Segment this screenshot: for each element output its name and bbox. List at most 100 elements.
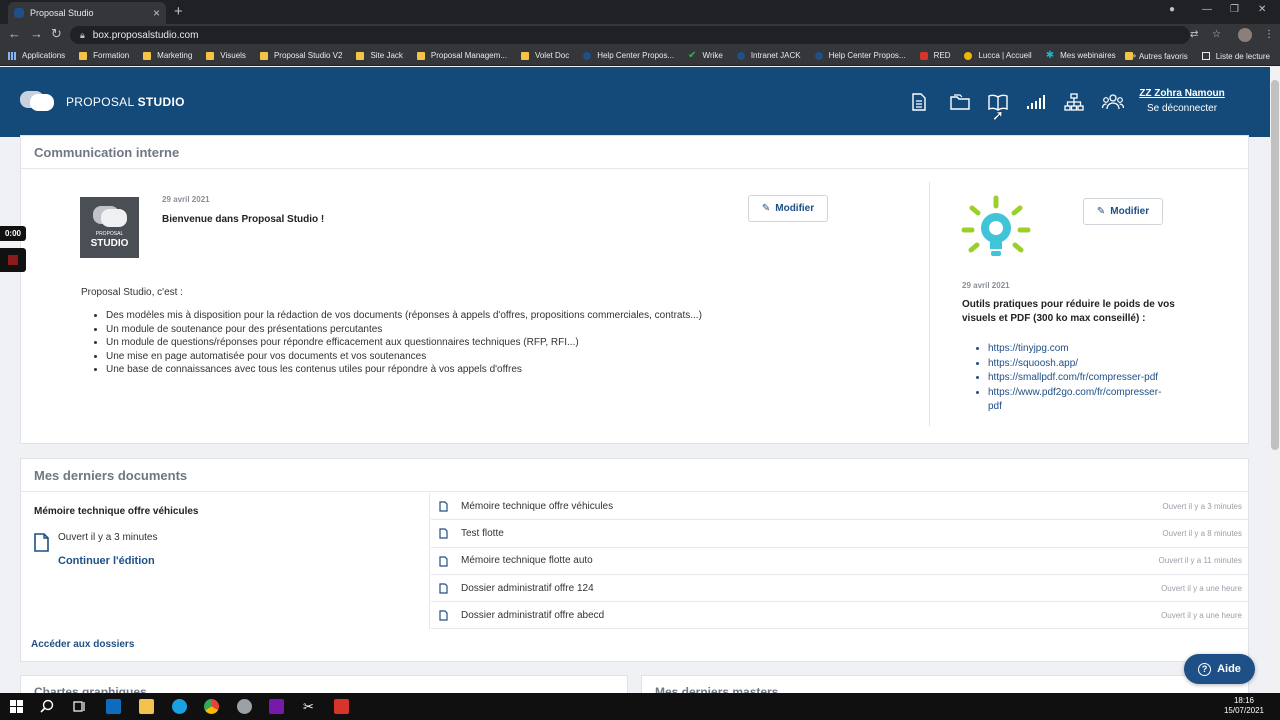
bulb-icon bbox=[964, 51, 973, 60]
bookmark-item[interactable]: Applications bbox=[8, 51, 65, 60]
help-button[interactable]: ? Aide bbox=[1184, 654, 1255, 684]
app-logo[interactable]: PROPOSAL STUDIO bbox=[20, 91, 185, 113]
back-icon[interactable]: ← bbox=[8, 26, 21, 41]
bookmark-item[interactable]: Site Jack bbox=[356, 51, 403, 60]
document-opened-time: Ouvert il y a une heure bbox=[1161, 610, 1242, 620]
bookmark-item[interactable]: ✱ Mes webinaires bbox=[1046, 50, 1116, 61]
lock-icon: 🔒︎ bbox=[80, 29, 85, 40]
bookmark-item[interactable]: Volet Doc bbox=[520, 51, 569, 60]
bookmark-label: Mes webinaires bbox=[1060, 51, 1116, 60]
system-clock[interactable]: 18:16 15/07/2021 bbox=[1224, 696, 1264, 716]
document-name[interactable]: Mémoire technique offre véhicules bbox=[461, 501, 613, 512]
bookmark-item[interactable]: Formation bbox=[79, 51, 129, 60]
panel-title: Communication interne bbox=[21, 136, 1248, 169]
window-close-icon[interactable]: ✕ bbox=[1258, 4, 1266, 15]
bookmark-item[interactable]: Marketing bbox=[143, 51, 192, 60]
bookmark-item[interactable]: Lucca | Accueil bbox=[964, 51, 1032, 60]
chart-icon[interactable] bbox=[1022, 92, 1060, 114]
document-name[interactable]: Test flotte bbox=[461, 528, 504, 539]
windows-start-icon[interactable] bbox=[9, 699, 24, 714]
bookmark-item[interactable]: RED bbox=[919, 51, 950, 60]
forward-icon[interactable]: → bbox=[30, 26, 43, 41]
bookmark-item[interactable]: Visuels bbox=[206, 51, 246, 60]
snipping-tool-icon[interactable]: ✂ bbox=[301, 699, 316, 714]
app-icon[interactable] bbox=[237, 699, 252, 714]
featured-document: Mémoire technique offre véhicules Ouvert… bbox=[21, 493, 430, 629]
document-name[interactable]: Dossier administratif offre abecd bbox=[461, 610, 604, 621]
file-explorer-icon[interactable] bbox=[139, 699, 154, 714]
reload-icon[interactable]: ↻ bbox=[51, 26, 62, 42]
task-view-icon[interactable] bbox=[72, 699, 87, 714]
search-icon[interactable] bbox=[40, 699, 55, 714]
document-name[interactable]: Dossier administratif offre 124 bbox=[461, 583, 594, 594]
bookmark-label: Visuels bbox=[220, 51, 246, 60]
table-row[interactable]: Dossier administratif offre abecd Ouvert … bbox=[431, 602, 1249, 630]
scrollbar-thumb[interactable] bbox=[1271, 80, 1279, 450]
logout-link[interactable]: Se déconnecter bbox=[1130, 103, 1234, 114]
recording-timer: 0:00 bbox=[0, 226, 26, 241]
tool-link[interactable]: https://tinyjpg.com bbox=[988, 342, 1168, 357]
bookmark-item[interactable]: ✔ Wrike bbox=[688, 50, 723, 61]
list-item: Un module de questions/réponses pour rép… bbox=[106, 336, 702, 350]
open-folders-link[interactable]: Accéder aux dossiers bbox=[31, 639, 134, 650]
edge-icon[interactable] bbox=[172, 699, 187, 714]
star-icon[interactable]: ☆ bbox=[1212, 29, 1221, 40]
bookmark-label: Wrike bbox=[702, 51, 723, 60]
mouse-cursor-icon: ➚ bbox=[992, 107, 1004, 123]
bookmark-label: Applications bbox=[22, 51, 66, 60]
reading-list[interactable]: Liste de lecture bbox=[1201, 52, 1270, 61]
browser-tab[interactable]: Proposal Studio × bbox=[8, 2, 166, 24]
bookmark-label: Intranet JACK bbox=[750, 51, 801, 60]
document-icon[interactable] bbox=[908, 92, 946, 114]
table-row[interactable]: Test flotte Ouvert il y a 8 minutes bbox=[431, 520, 1249, 548]
edit-button[interactable]: ✎ Modifier bbox=[748, 195, 828, 222]
folder-icon bbox=[416, 51, 425, 60]
minimize-icon[interactable]: — bbox=[1202, 4, 1212, 15]
bookmark-item[interactable]: Help Center Propos... bbox=[583, 51, 674, 60]
bookmark-item[interactable]: Proposal Managem... bbox=[416, 51, 507, 60]
translate-icon[interactable]: ⇄ bbox=[1190, 29, 1198, 40]
list-item: Une base de connaissances avec tous les … bbox=[106, 363, 702, 377]
outlook-icon[interactable] bbox=[106, 699, 121, 714]
stop-icon bbox=[8, 255, 18, 265]
continue-editing-link[interactable]: Continuer l'édition bbox=[58, 555, 155, 567]
tab-title: Proposal Studio bbox=[30, 8, 94, 18]
chrome-icon[interactable] bbox=[204, 699, 219, 714]
onenote-icon[interactable] bbox=[269, 699, 284, 714]
tool-link[interactable]: https://smallpdf.com/fr/compresser-pdf bbox=[988, 371, 1168, 386]
bookmark-item[interactable]: Help Center Propos... bbox=[814, 51, 906, 60]
folder-icon[interactable] bbox=[946, 92, 984, 114]
close-icon[interactable]: × bbox=[153, 6, 160, 20]
new-tab-icon[interactable]: + bbox=[174, 3, 183, 20]
featured-document-opened: Ouvert il y a 3 minutes bbox=[58, 532, 158, 543]
avatar[interactable] bbox=[1238, 28, 1252, 42]
bookmark-item[interactable]: Proposal Studio V2 bbox=[259, 51, 342, 60]
tool-link[interactable]: https://squoosh.app/ bbox=[988, 357, 1168, 372]
restore-icon[interactable]: ❐ bbox=[1230, 4, 1239, 15]
other-bookmarks[interactable]: Autres favoris bbox=[1124, 52, 1188, 61]
taskbar: ✂ 18:16 15/07/2021 bbox=[0, 693, 1280, 720]
table-row[interactable]: Mémoire technique offre véhicules Ouvert … bbox=[431, 493, 1249, 521]
document-opened-time: Ouvert il y a 11 minutes bbox=[1158, 556, 1242, 566]
document-opened-time: Ouvert il y a une heure bbox=[1161, 583, 1242, 593]
favicon-icon bbox=[14, 8, 24, 18]
table-row[interactable]: Mémoire technique flotte auto Ouvert il y… bbox=[431, 548, 1249, 575]
document-name[interactable]: Mémoire technique flotte auto bbox=[461, 555, 593, 566]
url-input[interactable]: 🔒︎ box.proposalstudio.com bbox=[70, 26, 1190, 44]
bookmarks-right: Autres favoris Liste de lecture bbox=[1124, 46, 1270, 66]
table-row[interactable]: Dossier administratif offre 124 Ouvert il… bbox=[431, 575, 1249, 603]
document-icon bbox=[439, 583, 448, 594]
menu-icon[interactable]: ⋮ bbox=[1264, 29, 1274, 40]
tool-link[interactable]: https://www.pdf2go.com/fr/compresser-pdf bbox=[988, 386, 1168, 415]
stop-recording-button[interactable] bbox=[0, 248, 26, 272]
folder-icon bbox=[1124, 52, 1133, 60]
edit-button[interactable]: ✎ Modifier bbox=[1083, 198, 1163, 225]
acrobat-icon[interactable] bbox=[334, 699, 349, 714]
snowflake-icon: ✱ bbox=[1045, 50, 1055, 61]
user-name-link[interactable]: ZZ Zohra Namoun bbox=[1130, 88, 1234, 99]
hierarchy-icon[interactable] bbox=[1060, 92, 1098, 114]
profile-menu-icon[interactable]: ● bbox=[1169, 4, 1175, 15]
site-icon bbox=[736, 51, 745, 60]
bookmark-item[interactable]: Intranet JACK bbox=[736, 51, 801, 60]
list-item: Une mise en page automatisée pour vos do… bbox=[106, 350, 702, 364]
